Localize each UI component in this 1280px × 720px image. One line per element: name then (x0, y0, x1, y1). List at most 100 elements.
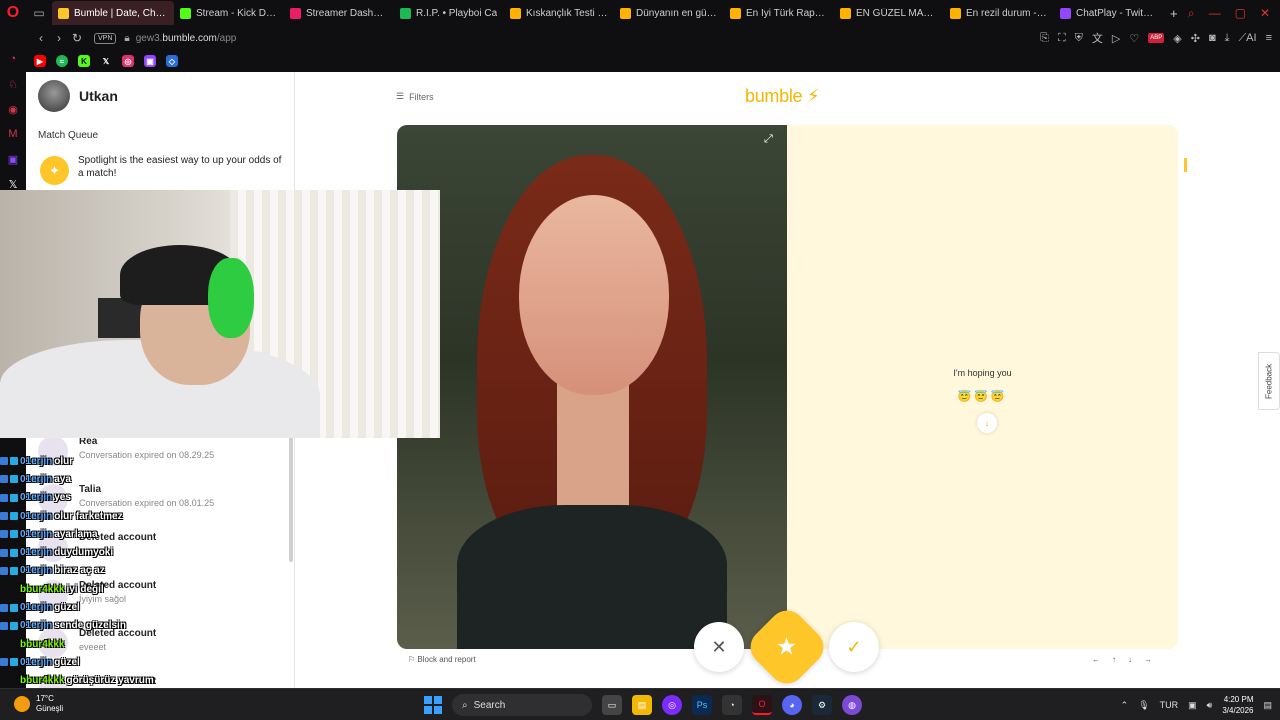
adblock-plus-icon[interactable]: ABP (1148, 33, 1165, 43)
browser-tab[interactable]: Dünyanın en güzel şe (614, 1, 724, 25)
expand-icon[interactable]: ⤢ (764, 133, 773, 146)
photoshop-icon[interactable]: Ps (692, 695, 712, 715)
new-tab-button[interactable]: + (1164, 6, 1184, 21)
minimize-button[interactable]: — (1209, 6, 1221, 20)
microphone-icon[interactable]: 🎙︎ (1138, 700, 1149, 711)
app-icon[interactable]: ◎ (662, 695, 682, 715)
volume-icon[interactable]: 🔊︎ (1207, 700, 1213, 711)
twitch-icon[interactable]: ▣ (144, 55, 156, 67)
gx-corner-icon[interactable]: ♘ (6, 77, 20, 91)
reload-button[interactable]: ↻ (68, 31, 86, 45)
tab-title: R.I.P. • Playboi Ca (416, 7, 498, 19)
system-tray: ⌃ 🎙︎ TUR ▣ 🔊︎ 4:20 PM 3/4/2026 ▤ (1121, 693, 1272, 717)
chat-badge-icon (10, 457, 18, 466)
avatar[interactable] (38, 80, 70, 112)
file-explorer-icon[interactable]: ▤ (632, 695, 652, 715)
spotify-icon[interactable]: ≈ (56, 55, 68, 67)
x-sidebar-icon[interactable]: 𝕏 (6, 177, 20, 191)
bolt-icon: ⚡︎ (802, 86, 820, 106)
spotlight-text[interactable]: Spotlight is the easiest way to up your … (78, 154, 288, 180)
network-icon[interactable]: ▣ (1188, 700, 1197, 711)
youtube-icon[interactable]: ▶ (34, 55, 46, 67)
windows-start-icon[interactable] (424, 696, 442, 714)
aria-ai-button[interactable]: ⟋AI (1238, 32, 1256, 45)
maximize-button[interactable]: ▢ (1235, 6, 1246, 20)
chat-badge-icon (10, 512, 18, 521)
puzzle-icon[interactable]: ✣ (1191, 32, 1200, 45)
block-report-link[interactable]: ⚐ Block and report (408, 655, 476, 664)
browser-tab[interactable]: En İyi Türk Rapçi - Ti (724, 1, 834, 25)
lock-icon[interactable]: 🔒︎ (124, 33, 129, 44)
chat-username: 01erjin (20, 565, 53, 577)
scroll-down-button[interactable]: ↓ (977, 413, 997, 433)
chat-badge-icon (0, 621, 8, 630)
player-icon[interactable]: ◉ (6, 102, 20, 116)
chat-badge-icon (0, 493, 8, 502)
shield-icon[interactable]: ⛨ (1075, 32, 1083, 45)
notification-icon[interactable]: ▤ (1263, 700, 1272, 711)
gmail-icon[interactable]: M (6, 127, 20, 141)
discord-icon[interactable]: ◕ (782, 695, 802, 715)
crop-icon[interactable]: ⛶ (1058, 32, 1066, 45)
kick-icon[interactable]: K (78, 55, 90, 67)
pass-button[interactable]: ✕ (694, 622, 744, 672)
user-profile-header[interactable]: Utkan (38, 80, 118, 112)
clock[interactable]: 4:20 PM 3/4/2026 (1222, 694, 1253, 716)
x-icon[interactable]: 𝕏 (100, 55, 112, 67)
obs-icon[interactable]: ◔ (722, 695, 742, 715)
search-icon: ⌕ (462, 699, 468, 711)
twitch-sidebar-icon[interactable]: ▣ (6, 152, 20, 166)
chat-text: olur (54, 455, 74, 467)
browser-tab[interactable]: R.I.P. • Playboi Ca (394, 1, 504, 25)
aria-icon[interactable]: ◔ (6, 52, 20, 66)
opera-gx-taskbar-icon[interactable]: O (752, 695, 772, 715)
browser-tab[interactable]: Kıskançlık Testi - Tier (504, 1, 614, 25)
forward-button[interactable]: › (50, 31, 68, 45)
chat-badge-icon (10, 658, 18, 667)
play-icon[interactable]: ▷ (1112, 32, 1120, 45)
tab-islands-icon[interactable]: ▭ (26, 0, 52, 26)
url-field[interactable]: gew3.bumble.com/app (136, 33, 237, 44)
close-window-button[interactable]: ✕ (1260, 6, 1270, 20)
profile-photo[interactable]: ⤢ (397, 125, 787, 649)
browser-tab[interactable]: Bumble | Date, Chat, Meet (52, 1, 174, 25)
filters-label: Filters (409, 91, 434, 102)
search-tabs-icon[interactable]: ⌕ (1188, 6, 1195, 21)
opera-logo-icon[interactable]: O (0, 0, 26, 26)
filters-button[interactable]: ☰ Filters (396, 91, 434, 102)
language-indicator[interactable]: TUR (1160, 700, 1179, 710)
chat-text: sende güzelsin (54, 620, 126, 632)
feedback-tab[interactable]: Feedback (1258, 352, 1280, 410)
steam-icon[interactable]: ⚙ (812, 695, 832, 715)
task-view-icon[interactable]: ▭ (602, 695, 622, 715)
camera-icon[interactable]: ◙ (1209, 32, 1216, 44)
browser-tab[interactable]: Streamer Dashboard (284, 1, 394, 25)
tab-title: ChatPlay - Twitch & K (1076, 7, 1158, 19)
browser-tab[interactable]: ChatPlay - Twitch & K (1054, 1, 1164, 25)
chat-badge-icon (0, 603, 8, 612)
chevron-up-icon[interactable]: ⌃ (1121, 700, 1129, 711)
browser-tab[interactable]: Stream - Kick Dashb (174, 1, 284, 25)
vpn-badge[interactable]: VPN (94, 32, 117, 44)
profile-card: ⤢ I'm hoping you 😇😇😇 ↓ (397, 125, 1178, 649)
chat-username: 01erjin (20, 602, 53, 614)
chat-username: 01erjin (20, 455, 53, 467)
menu-icon[interactable]: ≡ (1266, 32, 1272, 44)
taskbar-search[interactable]: ⌕ Search (452, 694, 592, 716)
browser-tab[interactable]: En rezil durum - Tier (944, 1, 1054, 25)
conversation-scrollbar[interactable] (289, 432, 293, 562)
translate-icon[interactable]: 文 (1092, 30, 1103, 46)
heart-icon[interactable]: ♡ (1129, 32, 1139, 45)
app-icon-2[interactable]: ◍ (842, 695, 862, 715)
snapshot-icon[interactable]: ⎘ (1040, 32, 1049, 45)
browser-tab[interactable]: EN GÜZEL MANİFES (834, 1, 944, 25)
instagram-icon[interactable]: ◎ (122, 55, 134, 67)
keyboard-hint: ← (1092, 655, 1100, 664)
like-button[interactable]: ✓ (829, 622, 879, 672)
extension-icon[interactable]: ◈ (1173, 32, 1181, 45)
weather-widget[interactable]: 17°C Güneşli (14, 694, 63, 714)
spotlight-icon[interactable]: ✦ (40, 156, 69, 185)
download-icon[interactable]: ⤓ (1225, 32, 1230, 45)
back-button[interactable]: ‹ (32, 31, 50, 45)
bookmark-app-icon[interactable]: ◇ (166, 55, 178, 67)
